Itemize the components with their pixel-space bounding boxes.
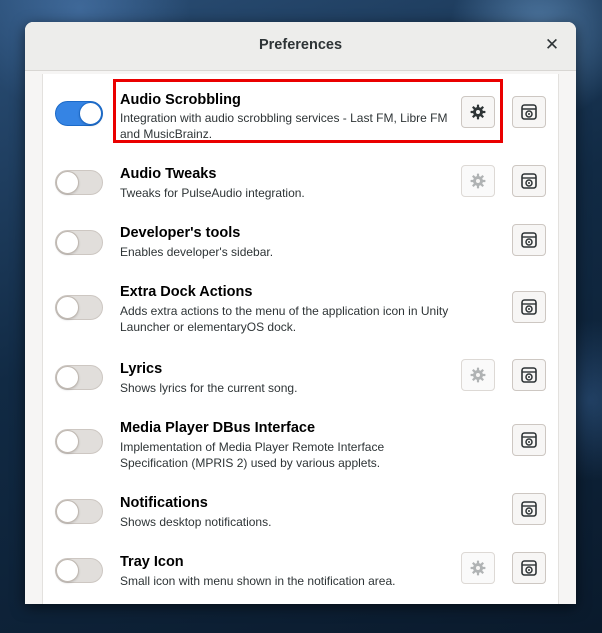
plugin-name: Lyrics xyxy=(120,361,163,377)
plugin-row-audio-tweaks: Audio Tweaks Tweaks for PulseAudio integ… xyxy=(43,154,558,212)
plugin-settings-button[interactable] xyxy=(461,552,495,584)
about-icon xyxy=(521,173,537,189)
gear-icon xyxy=(470,173,486,189)
toggle-knob xyxy=(79,102,102,125)
plugin-toggle-lyrics[interactable] xyxy=(55,365,103,390)
plugin-name: Media Player DBus Interface xyxy=(120,420,316,436)
plugin-settings-button[interactable] xyxy=(461,359,495,391)
preferences-dialog: Preferences ✕ Audio Scrobbling Integrati… xyxy=(25,22,576,604)
plugin-settings-button[interactable] xyxy=(461,96,495,128)
plugin-name: Developer's tools xyxy=(120,225,241,241)
plugin-name: Tray Icon xyxy=(120,554,184,570)
plugin-toggle-extra-dock-actions[interactable] xyxy=(55,295,103,320)
about-icon xyxy=(521,104,537,120)
plugin-settings-button[interactable] xyxy=(461,165,495,197)
plugin-name: Audio Scrobbling xyxy=(120,92,241,108)
plugin-about-button[interactable] xyxy=(512,493,546,525)
plugin-name: Audio Tweaks xyxy=(120,166,217,182)
plugin-description: Shows lyrics for the current song. xyxy=(120,381,298,395)
toggle-knob xyxy=(56,296,79,319)
toggle-knob xyxy=(56,231,79,254)
plugin-name: Extra Dock Actions xyxy=(120,284,253,300)
preferences-content: Audio Scrobbling Integration with audio … xyxy=(25,71,576,604)
plugin-about-button[interactable] xyxy=(512,424,546,456)
plugin-description: Shows desktop notifications. xyxy=(120,515,272,529)
plugin-description: Implementation of Media Player Remote In… xyxy=(120,440,385,470)
plugin-toggle-audio-tweaks[interactable] xyxy=(55,170,103,195)
gear-icon xyxy=(470,367,486,383)
plugin-about-button[interactable] xyxy=(512,359,546,391)
plugin-toggle-audio-scrobbling[interactable] xyxy=(55,101,103,126)
plugin-list: Audio Scrobbling Integration with audio … xyxy=(42,74,559,604)
toggle-knob xyxy=(56,559,79,582)
toggle-knob xyxy=(56,500,79,523)
about-icon xyxy=(521,501,537,517)
about-icon xyxy=(521,232,537,248)
titlebar: Preferences ✕ xyxy=(25,22,576,71)
gear-icon xyxy=(470,104,486,120)
plugin-name: Notifications xyxy=(120,495,208,511)
plugin-row-mpris: Media Player DBus Interface Implementati… xyxy=(43,408,558,482)
about-icon xyxy=(521,432,537,448)
plugin-row-developers-tools: Developer's tools Enables developer's si… xyxy=(43,212,558,272)
plugin-about-button[interactable] xyxy=(512,291,546,323)
about-icon xyxy=(521,299,537,315)
plugin-description: Adds extra actions to the menu of the ap… xyxy=(120,304,449,334)
plugin-about-button[interactable] xyxy=(512,165,546,197)
close-button[interactable]: ✕ xyxy=(542,35,562,55)
toggle-knob xyxy=(56,171,79,194)
plugin-row-extra-dock-actions: Extra Dock Actions Adds extra actions to… xyxy=(43,272,558,348)
window-title: Preferences xyxy=(258,37,343,53)
plugin-description: Tweaks for PulseAudio integration. xyxy=(120,186,305,200)
plugin-description: Integration with audio scrobbling servic… xyxy=(120,111,448,141)
plugin-about-button[interactable] xyxy=(512,224,546,256)
plugin-row-notifications: Notifications Shows desktop notification… xyxy=(43,482,558,542)
plugin-toggle-notifications[interactable] xyxy=(55,499,103,524)
plugin-description: Small icon with menu shown in the notifi… xyxy=(120,574,396,588)
about-icon xyxy=(521,560,537,576)
plugin-row-audio-scrobbling: Audio Scrobbling Integration with audio … xyxy=(43,76,558,154)
plugin-toggle-mpris[interactable] xyxy=(55,429,103,454)
about-icon xyxy=(521,367,537,383)
plugin-description: Enables developer's sidebar. xyxy=(120,245,274,259)
gear-icon xyxy=(470,560,486,576)
plugin-row-lyrics: Lyrics Shows lyrics for the current song… xyxy=(43,348,558,408)
toggle-knob xyxy=(56,366,79,389)
close-icon: ✕ xyxy=(544,35,560,55)
plugin-toggle-tray-icon[interactable] xyxy=(55,558,103,583)
plugin-about-button[interactable] xyxy=(512,96,546,128)
plugin-about-button[interactable] xyxy=(512,552,546,584)
plugin-row-tray-icon: Tray Icon Small icon with menu shown in … xyxy=(43,542,558,604)
toggle-knob xyxy=(56,430,79,453)
plugin-toggle-developers-tools[interactable] xyxy=(55,230,103,255)
